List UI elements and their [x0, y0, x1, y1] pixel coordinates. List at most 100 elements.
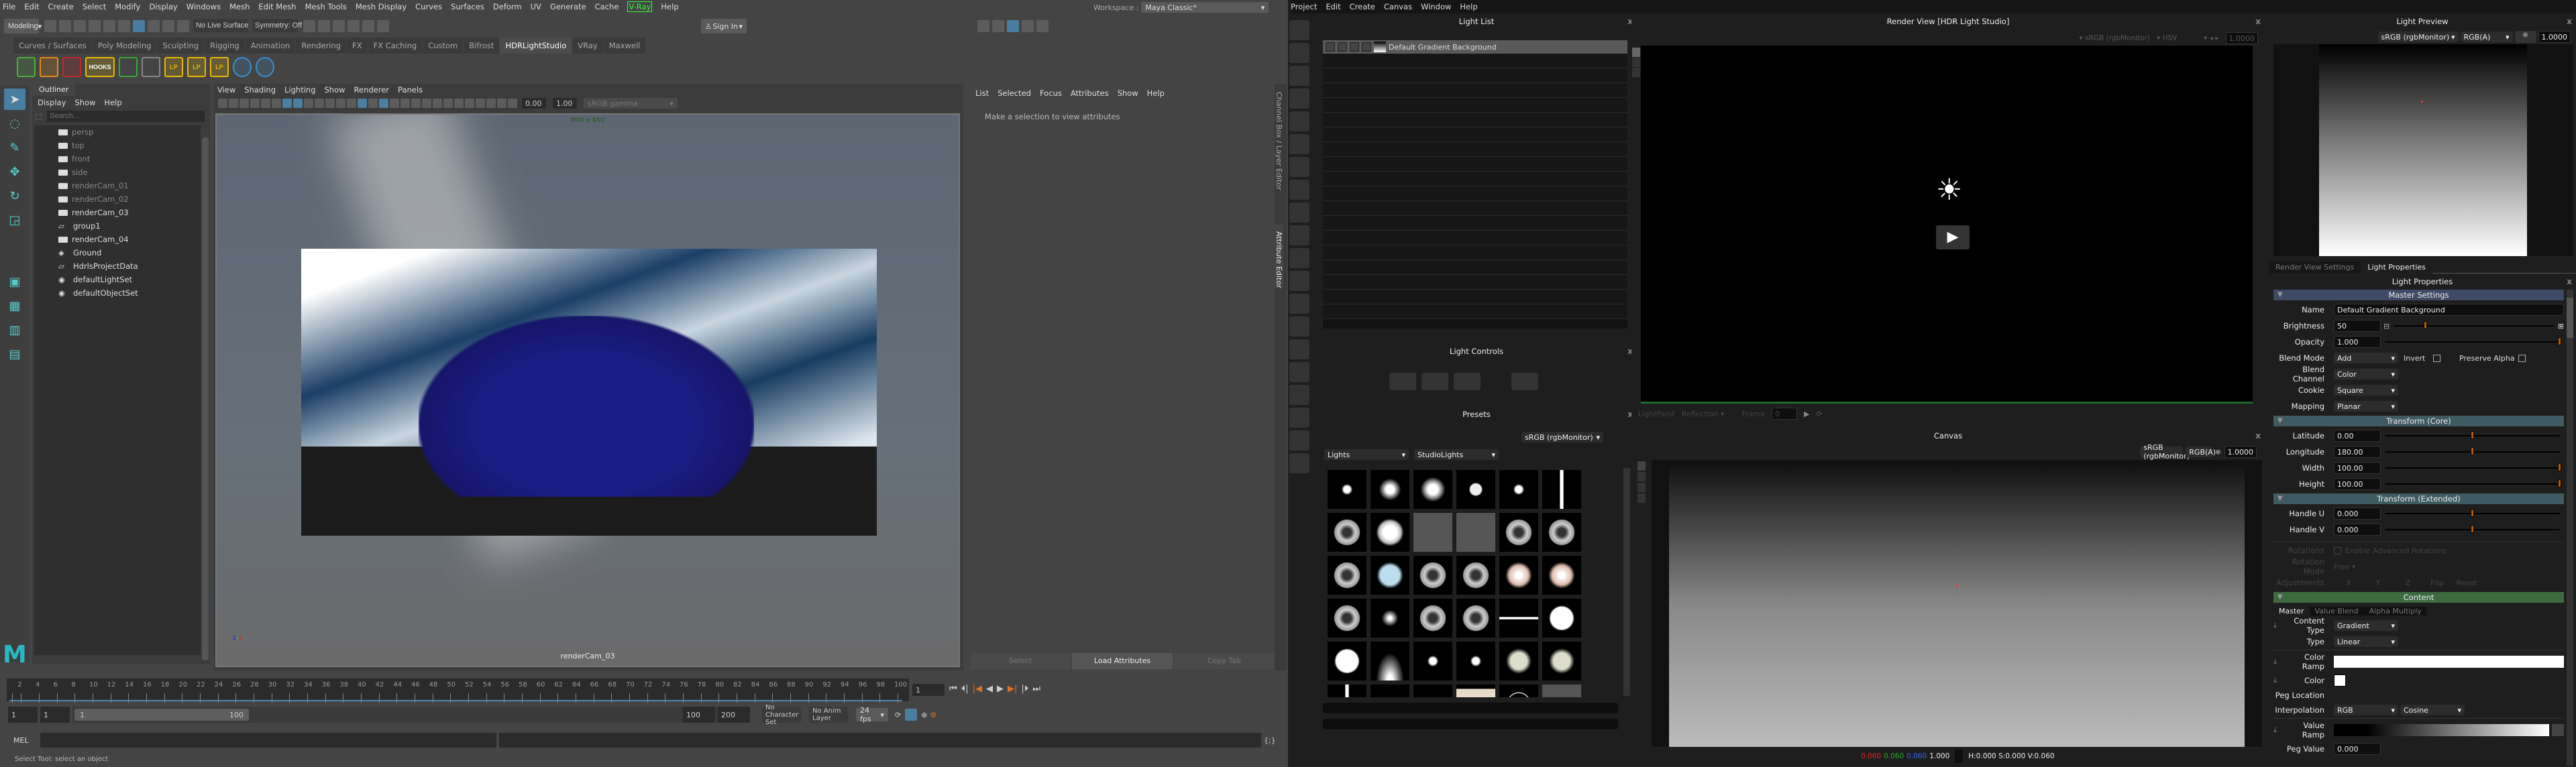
preset-thumbnail[interactable] [1542, 556, 1581, 595]
preset-thumbnail[interactable] [1499, 513, 1538, 552]
script-editor-icon[interactable]: {;} [1264, 736, 1276, 745]
outliner-item[interactable]: renderCam_04 [34, 233, 201, 246]
lightpaint-clear-icon[interactable] [142, 57, 160, 77]
latitude-slider[interactable] [2385, 431, 2560, 439]
gate-mask-icon[interactable] [304, 99, 313, 108]
peg-value-field[interactable]: 0.000 [2334, 743, 2381, 755]
shelf-tab-curves-surfaces[interactable]: Curves / Surfaces [13, 38, 92, 54]
rotate-control-icon[interactable] [1486, 373, 1506, 390]
vray-icon[interactable] [218, 99, 227, 108]
outliner-item[interactable]: renderCam_02 [34, 192, 201, 206]
play-forward-icon[interactable]: ▶ [997, 684, 1004, 694]
power-icon[interactable] [1326, 42, 1335, 52]
latitude-slider-thumb[interactable] [2470, 431, 2474, 439]
height-slider-thumb[interactable] [2558, 479, 2561, 487]
canvas-color-space-dropdown[interactable]: sRGB (rgbMonitor)▾ [2140, 443, 2194, 461]
render-value-field[interactable]: 1.0000 [2225, 32, 2258, 44]
character-set-dropdown[interactable]: No Character Set [762, 704, 801, 726]
light-list-item[interactable]: Default Gradient Background [1323, 40, 1627, 54]
preset-thumbnail[interactable] [1456, 556, 1495, 595]
outliner-item[interactable]: front [34, 152, 201, 166]
content-type-dropdown[interactable]: Gradient ▾ [2334, 620, 2398, 631]
info-icon[interactable] [256, 57, 274, 77]
handle-v-slider[interactable] [2385, 525, 2560, 533]
select-tool-icon[interactable]: ➤ [4, 88, 25, 110]
preset-thumbnail[interactable] [1456, 513, 1495, 552]
decrease-icon[interactable]: ⊟ [2383, 322, 2390, 331]
play-backward-icon[interactable]: ◀ [986, 684, 993, 694]
preset-thumbnail[interactable] [1542, 513, 1581, 552]
paint-select-tool-icon[interactable]: ✎ [4, 137, 25, 158]
preview-value-field[interactable]: 1.0000 [2538, 31, 2571, 43]
play-frame-icon[interactable]: ▶ [1804, 410, 1809, 418]
increase-icon[interactable]: ⊞ [2558, 322, 2564, 331]
canvas-value-field[interactable]: 1.0000 [2224, 446, 2257, 458]
interpolation-dropdown[interactable]: RGB ▾ [2334, 705, 2398, 715]
layout-outliner-icon[interactable]: ▤ [4, 343, 25, 365]
time-slider[interactable]: 2 4 6 8 10 12 14 16 18 20 22 24 26 28 30 32 34 36 38 40 42 44… [7, 678, 909, 703]
preset-thumbnail[interactable] [1371, 642, 1409, 681]
play-button[interactable]: ▶ [1936, 225, 1970, 249]
preset-thumbnail[interactable] [1371, 556, 1409, 595]
blend-channel-dropdown[interactable]: Color ▾ [2334, 369, 2398, 379]
gradient-icon[interactable] [1289, 202, 1309, 223]
paint-tool-icon[interactable] [1632, 48, 1640, 57]
load-attributes-button[interactable]: Load Attributes [1072, 653, 1173, 669]
preset-thumbnail[interactable] [1456, 470, 1495, 509]
camera-attr-icon[interactable] [239, 99, 249, 108]
send-icon[interactable] [119, 57, 138, 77]
ipr-icon[interactable] [333, 20, 345, 32]
move-tool-icon[interactable] [1638, 472, 1646, 481]
interpolation-curve-dropdown[interactable]: Cosine ▾ [2400, 705, 2465, 715]
handle-u-field[interactable]: 0.000 [2334, 508, 2381, 520]
mapping-dropdown[interactable]: Planar ▾ [2334, 401, 2398, 412]
lightpaint-icon[interactable]: LP [164, 57, 183, 77]
wireframe-on-shaded-icon[interactable] [379, 99, 388, 108]
aa-icon[interactable] [443, 99, 453, 108]
sun-light-icon[interactable] [1289, 111, 1309, 131]
preset-thumbnail[interactable] [1328, 685, 1366, 697]
preset-subcategory-dropdown[interactable]: StudioLights ▾ [1414, 449, 1499, 460]
new-scene-icon[interactable] [44, 20, 56, 32]
lasso-tool-icon[interactable]: ◌ [4, 113, 25, 134]
height-control-icon[interactable] [1454, 373, 1481, 390]
xray-joints-icon[interactable] [465, 99, 474, 108]
play-icon[interactable] [17, 57, 36, 77]
adjust-z-button[interactable]: Z [2393, 579, 2422, 587]
safe-title-icon[interactable] [336, 99, 345, 108]
shelf-tab-rendering[interactable]: Rendering [296, 38, 347, 54]
outliner-scrollbar[interactable] [202, 137, 209, 660]
prev-key-icon[interactable]: |◀ [973, 684, 982, 694]
shelf-tab-rigging[interactable]: Rigging [205, 38, 245, 54]
preset-name-field[interactable] [1323, 703, 1618, 713]
backface-icon[interactable] [486, 99, 496, 108]
color-swatch[interactable] [2334, 674, 2346, 687]
outliner-item[interactable]: renderCam_01 [34, 179, 201, 192]
camera-icon[interactable] [229, 99, 238, 108]
type-dropdown[interactable]: Linear ▾ [2334, 636, 2398, 647]
group-icon[interactable] [1289, 294, 1309, 314]
preset-thumbnail[interactable] [1542, 599, 1581, 638]
tab-light-properties[interactable]: Light Properties [2361, 261, 2432, 274]
render-color-space-dropdown[interactable]: ▾ sRGB (rgbMonitor) [2079, 34, 2150, 42]
menu-mesh[interactable]: Mesh [229, 2, 250, 11]
shelf-tab-hdrlightstudio[interactable]: HDRLightStudio [500, 38, 572, 54]
attr-menu-show[interactable]: Show [1118, 88, 1138, 98]
isolate-icon[interactable] [454, 99, 464, 108]
preset-thumbnail[interactable] [1499, 470, 1538, 509]
canvas-channel-dropdown[interactable]: RGB(A) ▾ [2186, 447, 2220, 457]
lights-icon[interactable] [400, 99, 410, 108]
attr-menu-attributes[interactable]: Attributes [1071, 88, 1109, 98]
render-icon[interactable] [303, 20, 315, 32]
menu-mesh-display[interactable]: Mesh Display [356, 2, 407, 11]
preset-thumbnail[interactable] [1328, 599, 1366, 638]
scale-tool-icon[interactable]: ◲ [4, 209, 25, 231]
spread-control-icon[interactable] [1544, 373, 1564, 390]
color-ramp[interactable] [2334, 655, 2564, 668]
attr-menu-help[interactable]: Help [1147, 88, 1165, 98]
close-icon[interactable]: x [2567, 277, 2572, 286]
hdr-menu-project[interactable]: Project [1291, 2, 1317, 11]
help-icon[interactable] [1289, 453, 1309, 473]
pick-tool-icon[interactable] [1632, 58, 1640, 67]
outliner-item[interactable]: side [34, 166, 201, 179]
